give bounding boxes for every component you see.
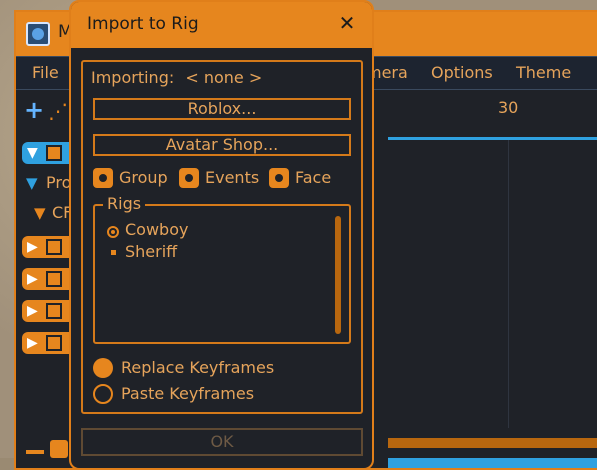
face-label: Face [295, 168, 332, 187]
avatar-shop-button[interactable]: Avatar Shop... [93, 134, 351, 156]
collapse-triangle-icon[interactable]: ▶ [27, 271, 38, 287]
expand-triangle-icon[interactable]: ▼ [34, 204, 46, 222]
expand-triangle-icon[interactable]: ▼ [26, 174, 38, 192]
ruler-label-30: 30 [498, 98, 519, 117]
tree-item-label: Pro [46, 173, 72, 192]
roblox-button[interactable]: Roblox... [93, 98, 351, 120]
minus-icon[interactable] [26, 450, 44, 454]
importing-label: Importing: [91, 68, 175, 87]
tree-item-icon [46, 271, 62, 287]
importing-row: Importing: < none > [91, 68, 262, 87]
app-icon [26, 22, 50, 46]
tree-item-icon [46, 145, 62, 161]
import-to-rig-dialog: Import to Rig ✕ Importing: < none > Robl… [69, 0, 374, 470]
dialog-content-box: Importing: < none > Roblox... Avatar Sho… [81, 60, 363, 414]
group-checkbox[interactable] [93, 168, 113, 188]
replace-keyframes-radio[interactable] [93, 358, 113, 378]
group-label: Group [119, 168, 168, 187]
dialog-title: Import to Rig [87, 14, 199, 34]
cowboy-radio[interactable] [107, 226, 119, 238]
timeline-bottom-bar [388, 438, 597, 448]
tree-item-icon [46, 239, 62, 255]
tree-item-icon [46, 335, 62, 351]
menu-options[interactable]: Options [431, 63, 493, 82]
slider-knob[interactable] [50, 440, 68, 458]
rigs-group: Rigs Cowboy Sheriff [93, 194, 351, 344]
collapse-triangle-icon[interactable]: ▶ [27, 303, 38, 319]
plus-icon[interactable]: + [24, 98, 44, 122]
rigs-legend: Rigs [103, 194, 146, 213]
timeline-bottom-line [388, 458, 597, 468]
dialog-titlebar: Import to Rig ✕ [71, 2, 372, 48]
timeline-grid-line [508, 140, 509, 428]
ok-button[interactable]: OK [81, 428, 363, 456]
rig-icon[interactable]: ⋰ [48, 100, 70, 122]
importing-value: < none > [185, 68, 263, 87]
rigs-scrollbar[interactable] [335, 216, 341, 334]
rig-item-sheriff[interactable]: Sheriff [125, 242, 177, 261]
menu-file[interactable]: File [32, 63, 59, 82]
timeline-ruler[interactable]: 30 [388, 90, 597, 140]
events-checkbox[interactable] [179, 168, 199, 188]
replace-keyframes-label[interactable]: Replace Keyframes [121, 358, 274, 377]
collapse-triangle-icon[interactable]: ▶ [27, 335, 38, 351]
expand-triangle-icon[interactable]: ▼ [27, 145, 38, 161]
rig-item-cowboy[interactable]: Cowboy [125, 220, 188, 239]
paste-keyframes-label[interactable]: Paste Keyframes [121, 384, 254, 403]
close-icon[interactable]: ✕ [336, 12, 358, 34]
tree-item-icon [46, 303, 62, 319]
paste-keyframes-radio[interactable] [93, 384, 113, 404]
timeline-area[interactable]: 30 [388, 90, 597, 468]
menu-theme[interactable]: Theme [516, 63, 571, 82]
face-checkbox[interactable] [269, 168, 289, 188]
events-label: Events [205, 168, 260, 187]
collapse-triangle-icon[interactable]: ▶ [27, 239, 38, 255]
sheriff-bullet [111, 250, 116, 255]
